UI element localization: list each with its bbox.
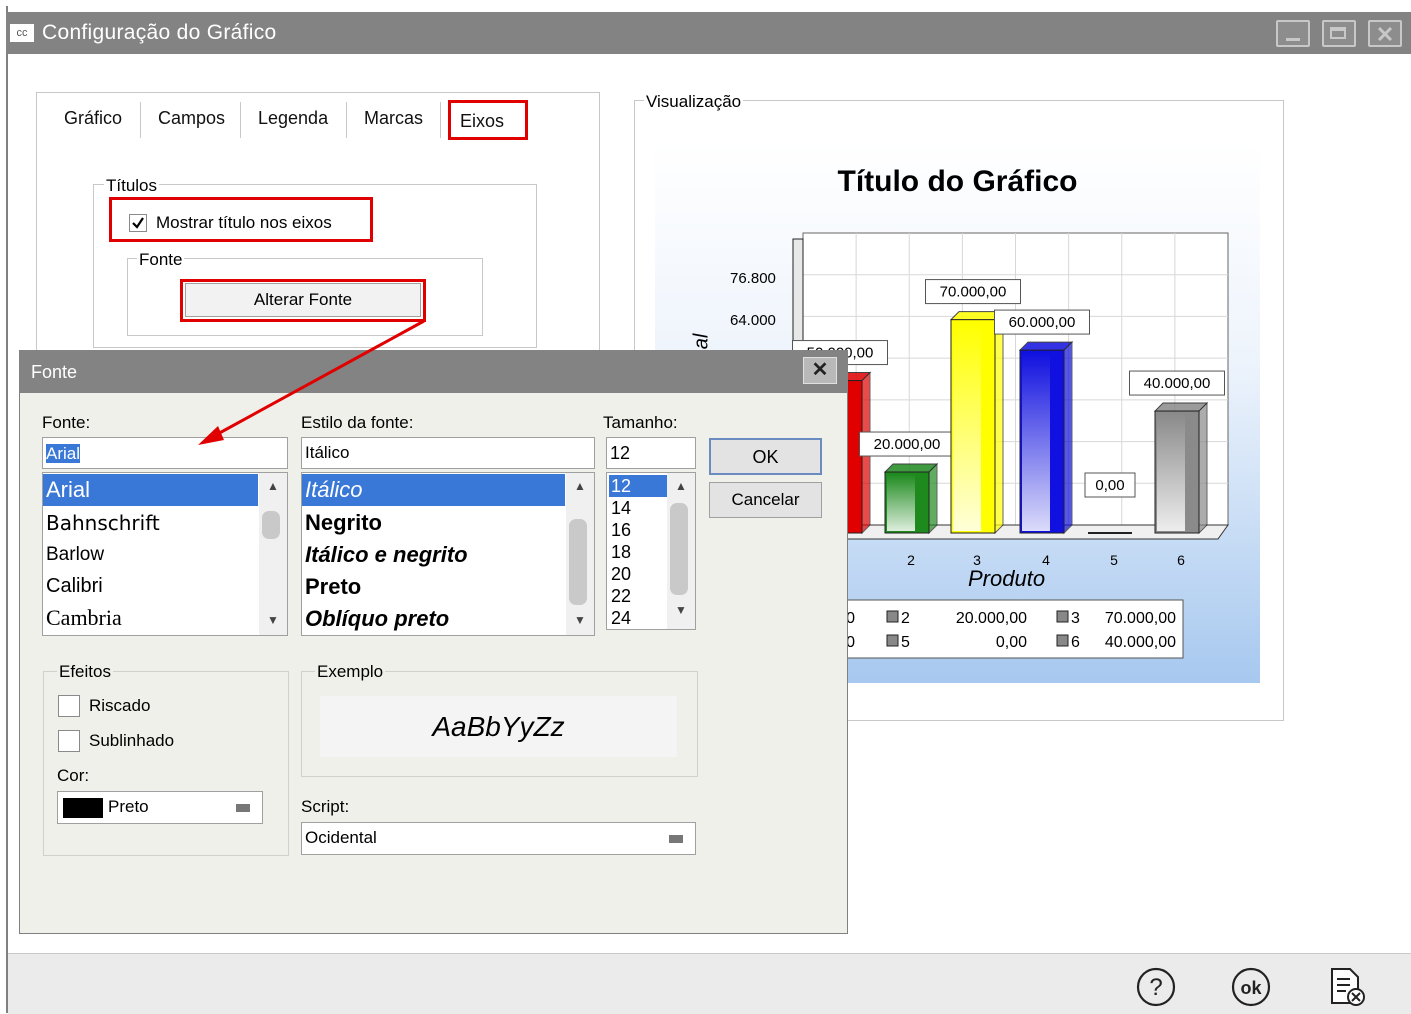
ok-icon: ok	[1231, 967, 1271, 1007]
footer-bar	[8, 953, 1411, 1014]
help-button[interactable]: ?	[1136, 967, 1176, 1007]
question-icon: ?	[1136, 967, 1176, 1007]
svg-text:ok: ok	[1240, 978, 1262, 998]
document-close-icon	[1331, 968, 1365, 1006]
svg-text:?: ?	[1149, 974, 1162, 1001]
annotation-arrow	[198, 319, 425, 445]
cancel-footer-button[interactable]	[1328, 967, 1368, 1007]
ok-footer-button[interactable]: ok	[1231, 967, 1271, 1007]
